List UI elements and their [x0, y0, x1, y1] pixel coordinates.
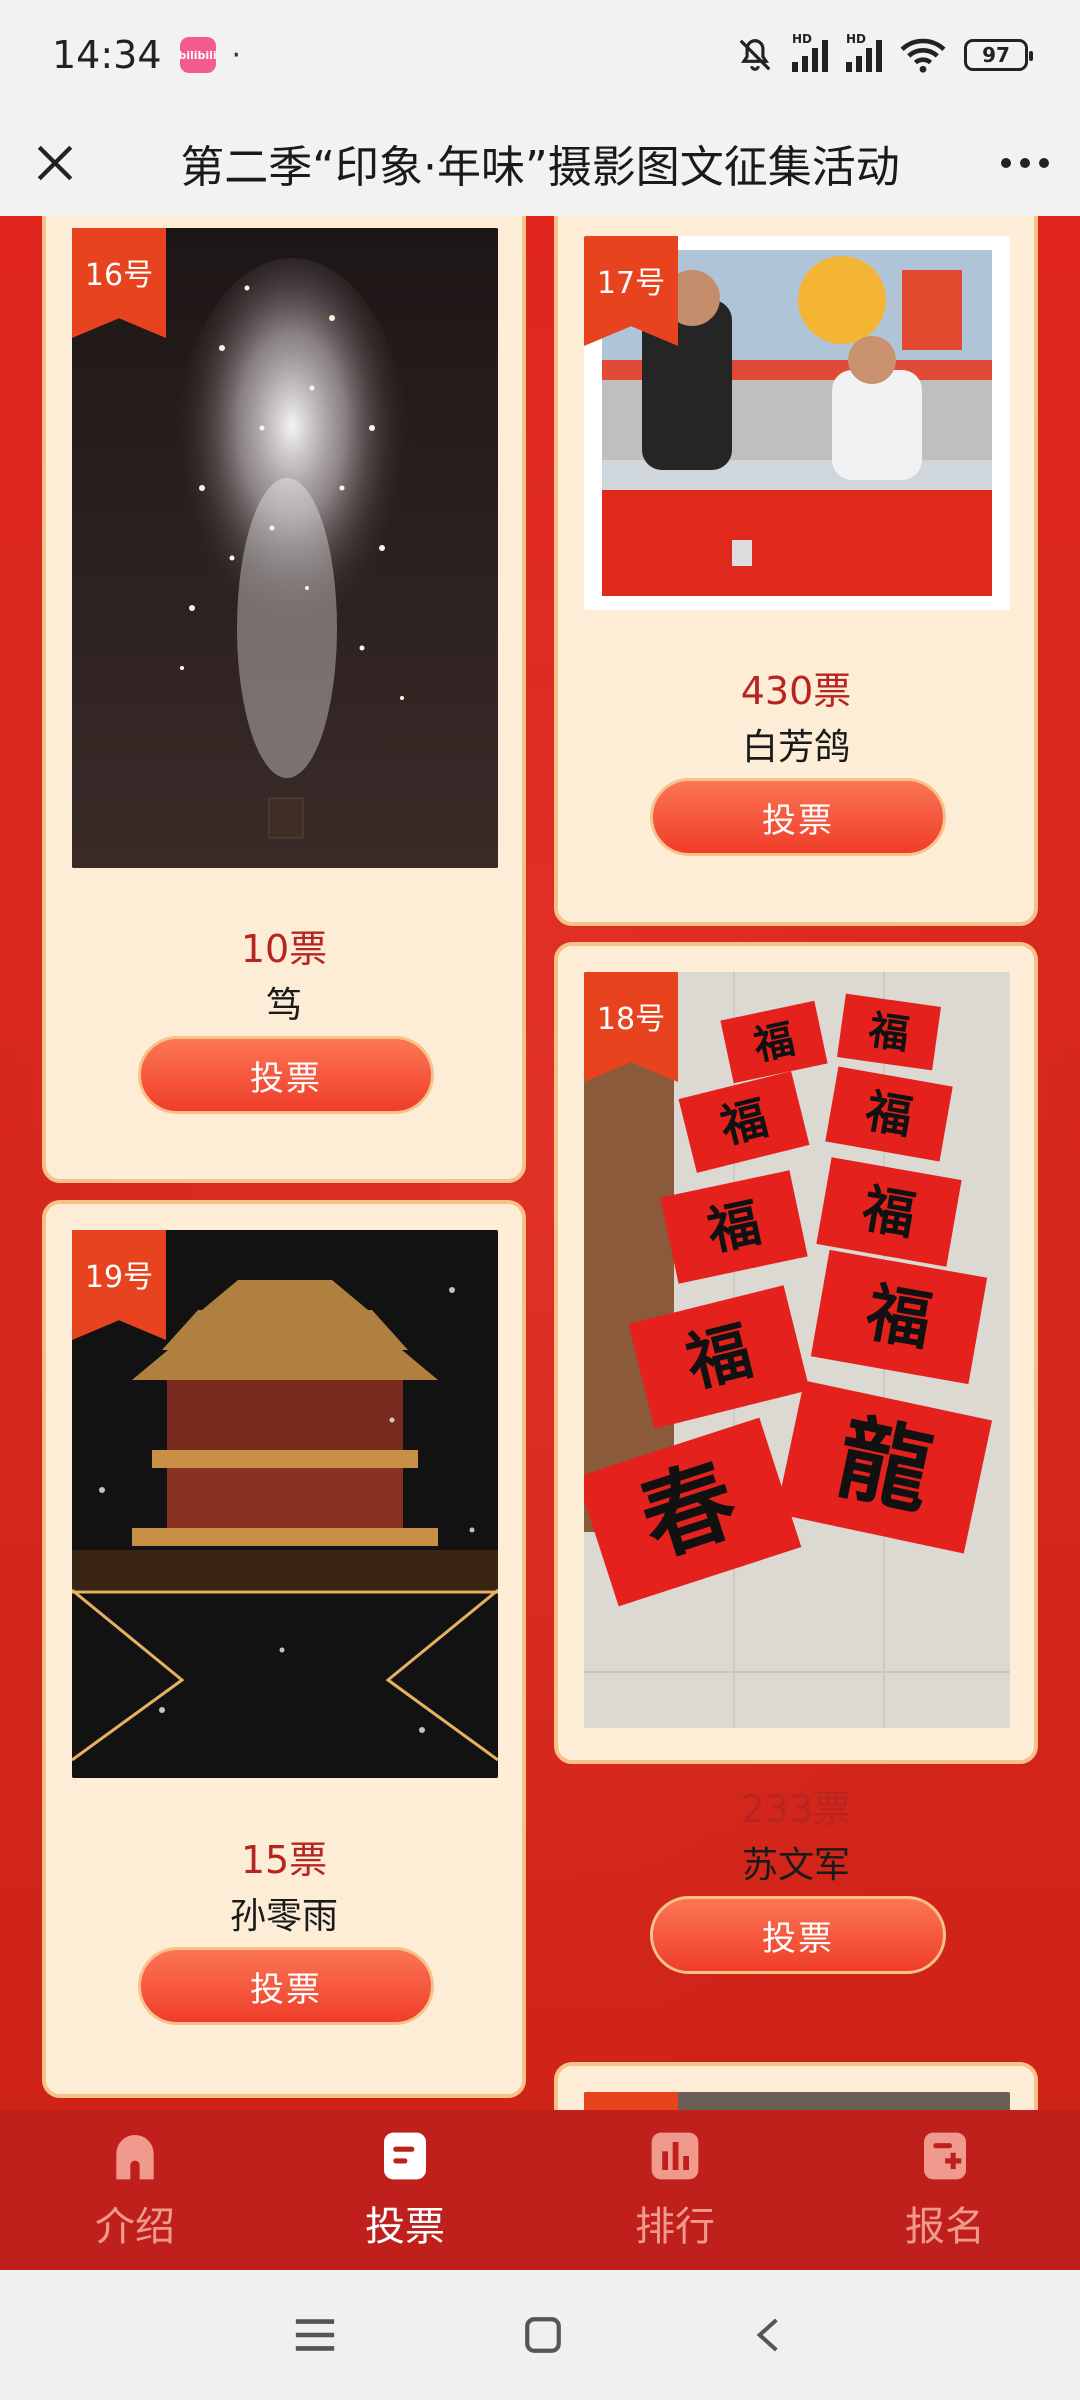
- close-icon: [37, 145, 73, 181]
- entrant-name: 孙零雨: [229, 1896, 338, 1937]
- entry-card-16: 16号 10票 笃 投票: [42, 216, 526, 1183]
- vote-button[interactable]: 投票: [650, 1896, 946, 1974]
- battery-icon: 97: [964, 39, 1033, 71]
- entry-photo-pavilion[interactable]: 19号: [72, 1230, 498, 1778]
- status-bar: 14:34 bilibili · HD HD 97: [0, 0, 1080, 110]
- signal-1-icon: HD: [792, 32, 828, 72]
- entry-card-19: 19号 15票 孙零雨 投票: [42, 1200, 526, 2098]
- vote-list[interactable]: 16号 10票 笃 投票 17号 430票 白芳鸽 投票 福 福 福 福 福 福…: [0, 216, 1080, 2110]
- nav-label-vote: 投票: [365, 2204, 445, 2250]
- entry-card-next: [554, 2062, 1038, 2110]
- mute-icon: [739, 39, 771, 71]
- nav-item-vote[interactable]: 投票: [270, 2110, 540, 2270]
- back-icon[interactable]: [748, 2313, 788, 2357]
- menu-icon[interactable]: [292, 2315, 338, 2355]
- more-icon: [1001, 158, 1049, 168]
- title-bar: 第二季“印象·年味”摄影图文征集活动: [0, 110, 1080, 216]
- entrant-name: 苏文军: [741, 1845, 850, 1886]
- page-title: 第二季“印象·年味”摄影图文征集活动: [180, 142, 900, 193]
- nav-item-intro[interactable]: 介绍: [0, 2110, 270, 2270]
- nav-label-signup: 报名: [905, 2204, 985, 2250]
- entrant-name: 白芳鸽: [741, 727, 850, 768]
- vote-count: 430票: [740, 669, 852, 713]
- vote-button[interactable]: 投票: [138, 1036, 434, 1114]
- nav-item-ranking[interactable]: 排行: [540, 2110, 810, 2270]
- couplet-glyph: 福: [861, 1083, 917, 1144]
- entrant-name: 笃: [265, 985, 302, 1026]
- couplet-glyph: 福: [857, 1178, 920, 1247]
- entry-photo-fu-couplets[interactable]: 福 福 福 福 福 福 福 福 春 龍 18号: [584, 972, 1010, 1728]
- home-icon: [116, 2135, 154, 2180]
- bilibili-app-icon: bilibili: [178, 37, 217, 73]
- vote-button[interactable]: 投票: [138, 1947, 434, 2025]
- vote-icon: [384, 2132, 426, 2180]
- more-button[interactable]: [970, 110, 1080, 216]
- entry-card-18: 福 福 福 福 福 福 福 福 春 龍 18号 233票 苏文军 投票: [554, 942, 1038, 1974]
- vote-count: 233票: [740, 1787, 852, 1831]
- entry-number-tag: [584, 2092, 678, 2110]
- notification-dot: ·: [231, 37, 242, 73]
- nav-label-ranking: 排行: [635, 2204, 715, 2250]
- close-button[interactable]: [0, 110, 110, 216]
- signal-2-icon: HD: [846, 32, 882, 72]
- bottom-nav: 介绍 投票 排行 报名: [0, 2110, 1080, 2270]
- status-time: 14:34: [52, 33, 162, 77]
- entry-card-17: 17号 430票 白芳鸽 投票: [554, 216, 1038, 926]
- entry-photo-fireworks[interactable]: 16号: [72, 228, 498, 868]
- status-icons: HD HD 97: [736, 32, 1033, 74]
- wifi-icon: [900, 38, 946, 73]
- couplet-glyph: 福: [865, 1006, 912, 1058]
- home-square-icon[interactable]: [522, 2314, 564, 2356]
- signup-icon: [924, 2132, 966, 2180]
- nav-label-intro: 介绍: [95, 2204, 175, 2250]
- nav-item-signup[interactable]: 报名: [810, 2110, 1080, 2270]
- entry-photo-calligraphy[interactable]: 17号: [584, 236, 1010, 610]
- vote-count: 15票: [240, 1838, 328, 1882]
- entry-photo-next[interactable]: [584, 2092, 1010, 2110]
- vote-button[interactable]: 投票: [650, 778, 946, 856]
- system-nav-bar: [0, 2270, 1080, 2400]
- ranking-icon: [651, 2132, 699, 2180]
- couplet-glyph: 福: [860, 1275, 937, 1360]
- fu-couplets-image: 福 福 福 福 福 福 福 福 春 龍: [584, 972, 1010, 1728]
- vote-count: 10票: [240, 927, 328, 971]
